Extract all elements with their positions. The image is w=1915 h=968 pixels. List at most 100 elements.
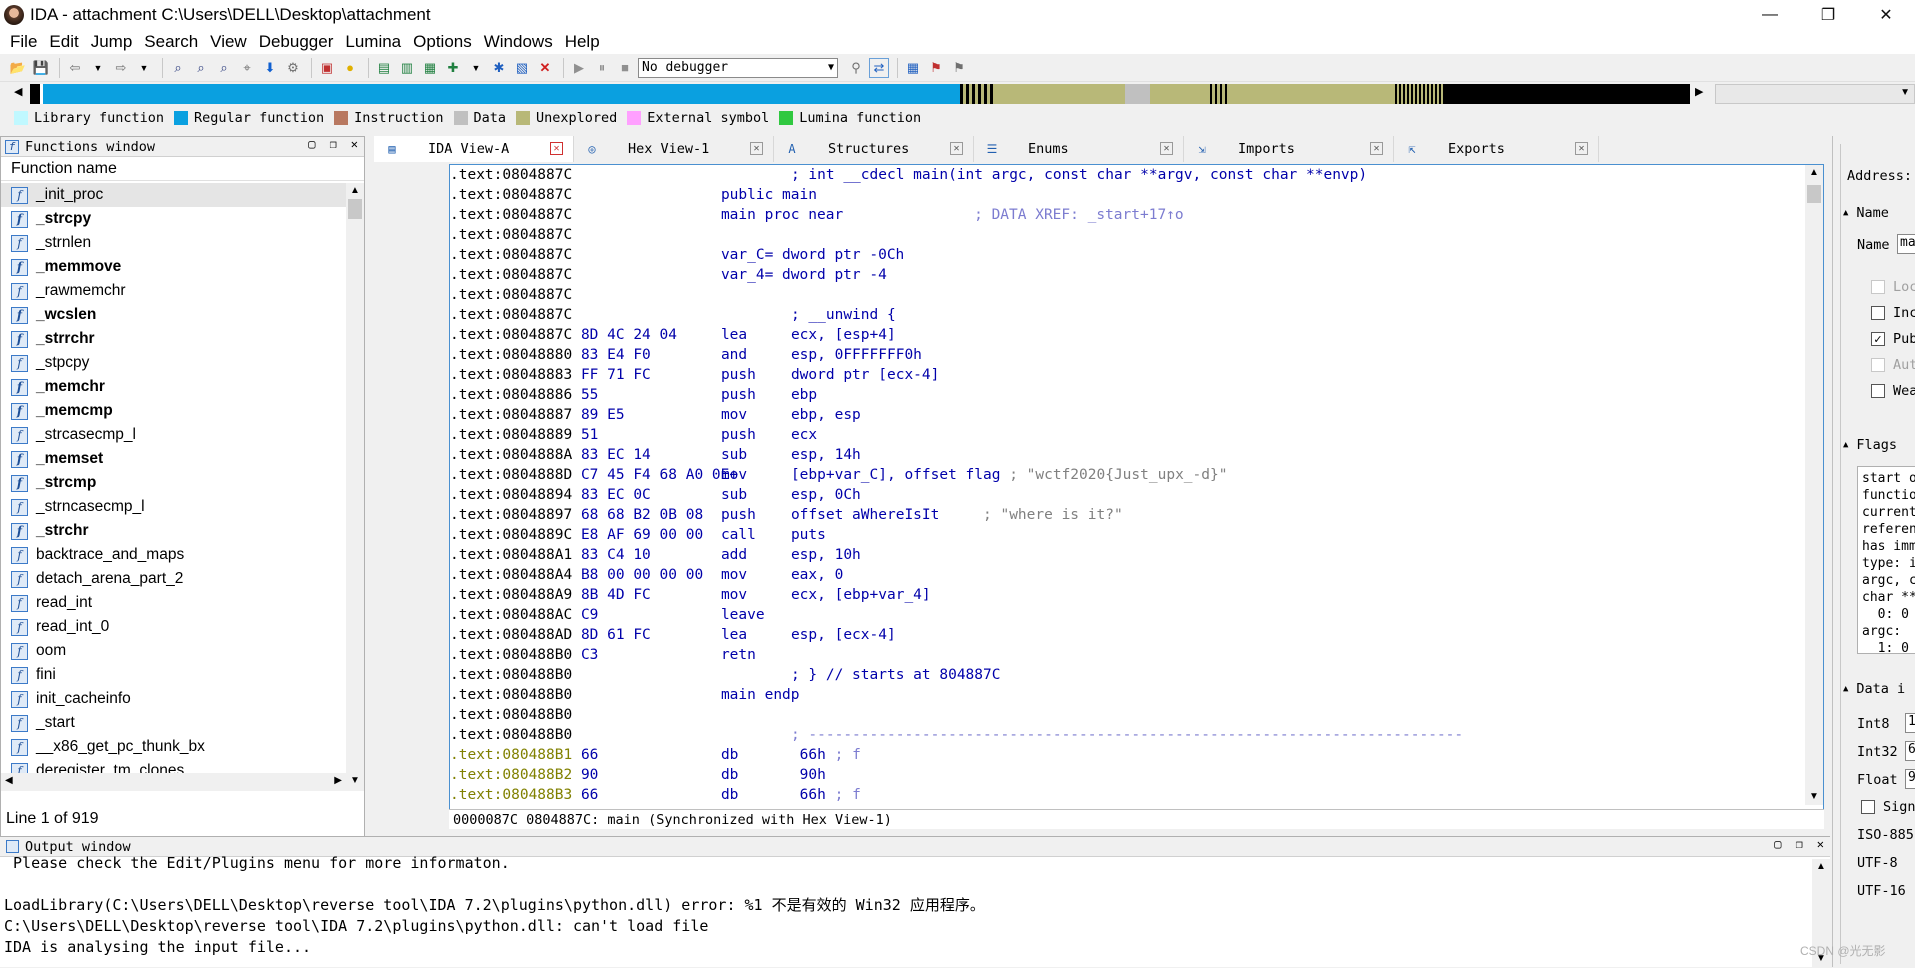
- disasm-line[interactable]: .text:080488A9 8B 4D FC mov ecx, [ebp+var_…: [450, 585, 1805, 605]
- function-list-item[interactable]: f read_int: [1, 591, 346, 615]
- checkbox-local[interactable]: [1871, 280, 1885, 294]
- tab-enums[interactable]: ☰ Enums ✕: [974, 136, 1184, 162]
- disasm-line[interactable]: .text:080488B0 ; } // starts at 804887C: [450, 665, 1805, 685]
- disasm-line[interactable]: .text:0804887C ; int __cdecl main(int ar…: [450, 165, 1805, 185]
- plugin-icon[interactable]: ✱: [489, 58, 509, 78]
- function-list-item[interactable]: f fini: [1, 663, 346, 687]
- jump-down-icon[interactable]: ⬇: [260, 58, 280, 78]
- function-list-item[interactable]: f _memset: [1, 447, 346, 471]
- function-list-item[interactable]: f read_int_0: [1, 615, 346, 639]
- functions-horizontal-scrollbar[interactable]: ◀ ▶: [1, 773, 346, 791]
- pane-minimize-icon[interactable]: ▢: [308, 137, 315, 151]
- close-window-button[interactable]: ✕: [1857, 0, 1915, 30]
- close-tab-icon[interactable]: ✕: [1575, 142, 1588, 155]
- nav-right-arrow-icon[interactable]: ▶: [1695, 85, 1703, 98]
- pane-close-icon[interactable]: ✕: [351, 137, 358, 151]
- flags-section-header[interactable]: ▲ Flags: [1843, 434, 1915, 456]
- disassembly-listing[interactable]: .text:0804887C ; int __cdecl main(int ar…: [450, 165, 1805, 805]
- checkbox-include[interactable]: [1871, 306, 1885, 320]
- breakpoints-icon[interactable]: ▦: [903, 58, 923, 78]
- data-inspector-header[interactable]: ▲ Data i: [1843, 678, 1915, 700]
- disasm-line[interactable]: .text:0804887C: [450, 225, 1805, 245]
- data-int32-value[interactable]: 6: [1905, 741, 1915, 761]
- menu-windows[interactable]: Windows: [478, 32, 559, 52]
- disasm-line[interactable]: .text:08048897 68 68 B2 0B 08 push offset …: [450, 505, 1805, 525]
- disasm-line[interactable]: .text:0804887C 8D 4C 24 04 lea ecx, [esp+4…: [450, 325, 1805, 345]
- lightbulb-icon[interactable]: ●: [340, 58, 360, 78]
- search-imm-icon[interactable]: ⌖: [237, 58, 257, 78]
- disasm-line[interactable]: .text:0804889C E8 AF 69 00 00 call puts: [450, 525, 1805, 545]
- function-list-item[interactable]: f _strcasecmp_l: [1, 423, 346, 447]
- disasm-line[interactable]: .text:080488B1 66 db 66h ; f: [450, 745, 1805, 765]
- forward-dropdown-icon[interactable]: ▼: [134, 58, 154, 78]
- disasm-line[interactable]: .text:080488AD 8D 61 FC lea esp, [ecx-4]: [450, 625, 1805, 645]
- disasm-line[interactable]: .text:080488AC C9 leave: [450, 605, 1805, 625]
- create-struct-icon[interactable]: ▦: [420, 58, 440, 78]
- close-tab-icon[interactable]: ✕: [750, 142, 763, 155]
- save-icon[interactable]: 💾: [31, 58, 51, 78]
- menu-search[interactable]: Search: [138, 32, 204, 52]
- disasm-line[interactable]: .text:08048889 51 push ecx: [450, 425, 1805, 445]
- disassembly-view[interactable]: .text:0804887C ; int __cdecl main(int ar…: [449, 164, 1824, 814]
- disasm-line[interactable]: .text:080488B0 main endp: [450, 685, 1805, 705]
- search-text-icon[interactable]: ⌕: [191, 58, 211, 78]
- function-list-item[interactable]: f init_cacheinfo: [1, 687, 346, 711]
- function-list-item[interactable]: f _stpcpy: [1, 351, 346, 375]
- nav-left-arrow-icon[interactable]: ◀: [14, 85, 22, 98]
- menu-options[interactable]: Options: [407, 32, 478, 52]
- name-section-header[interactable]: ▲ Name: [1843, 202, 1915, 224]
- pane-float-icon[interactable]: ❐: [330, 137, 337, 151]
- add-item-icon[interactable]: ✚: [443, 58, 463, 78]
- scroll-down-icon[interactable]: ▼: [350, 775, 360, 786]
- function-list-item[interactable]: f _strncasecmp_l: [1, 495, 346, 519]
- function-name-column-header[interactable]: Function name: [1, 157, 364, 181]
- open-folder-icon[interactable]: 📂: [8, 58, 28, 78]
- scroll-thumb[interactable]: [348, 199, 362, 219]
- disasm-line[interactable]: .text:0804887C var_C= dword ptr -0Ch: [450, 245, 1805, 265]
- disasm-line[interactable]: .text:08048894 83 EC 0C sub esp, 0Ch: [450, 485, 1805, 505]
- menu-file[interactable]: File: [4, 32, 43, 52]
- disasm-line[interactable]: .text:080488B3 66 db 66h ; f: [450, 785, 1805, 805]
- function-list-item[interactable]: f _wcslen: [1, 303, 346, 327]
- navigation-band[interactable]: ◀ ▶ ▼: [0, 82, 1915, 106]
- name-input[interactable]: ma: [1897, 234, 1915, 254]
- disasm-line[interactable]: .text:08048883 FF 71 FC push dword ptr [ec…: [450, 365, 1805, 385]
- function-list-item[interactable]: f _memcmp: [1, 399, 346, 423]
- menu-view[interactable]: View: [204, 32, 253, 52]
- pane-float-icon[interactable]: ❐: [1796, 837, 1803, 851]
- trace-icon[interactable]: ⚑: [926, 58, 946, 78]
- menu-jump[interactable]: Jump: [85, 32, 139, 52]
- add-dropdown-icon[interactable]: ▼: [466, 58, 486, 78]
- create-data-icon[interactable]: ▥: [397, 58, 417, 78]
- function-list-item[interactable]: f _start: [1, 711, 346, 735]
- disasm-line[interactable]: .text:0804888D C7 45 F4 68 A0 0E+mov [ebp…: [450, 465, 1805, 485]
- run-icon[interactable]: ▶: [569, 58, 589, 78]
- function-list-item[interactable]: f _rawmemchr: [1, 279, 346, 303]
- disasm-line[interactable]: .text:0804887C main proc near ; DATA XRE…: [450, 205, 1805, 225]
- function-list-item[interactable]: f _memmove: [1, 255, 346, 279]
- menu-debugger[interactable]: Debugger: [253, 32, 340, 52]
- create-function-icon[interactable]: ▤: [374, 58, 394, 78]
- disassembly-vertical-scrollbar[interactable]: ▲ ▼: [1805, 165, 1823, 805]
- disasm-line[interactable]: .text:0804888A 83 EC 14 sub esp, 14h: [450, 445, 1805, 465]
- disasm-line[interactable]: .text:0804887C var_4= dword ptr -4: [450, 265, 1805, 285]
- function-list-item[interactable]: f backtrace_and_maps: [1, 543, 346, 567]
- unknown-tool-icon[interactable]: ⚙: [283, 58, 303, 78]
- function-list-item[interactable]: f _strchr: [1, 519, 346, 543]
- scroll-up-icon[interactable]: ▲: [350, 185, 360, 196]
- attach-icon[interactable]: ⚲: [846, 58, 866, 78]
- output-log[interactable]: Please check the Edit/Plugins menu for m…: [4, 853, 1804, 958]
- disasm-line[interactable]: .text:0804887C ; __unwind {: [450, 305, 1805, 325]
- tab-ida-view-a[interactable]: ▤ IDA View-A ✕: [374, 136, 574, 162]
- close-tab-icon[interactable]: ✕: [1370, 142, 1383, 155]
- pane-close-icon[interactable]: ✕: [1817, 837, 1824, 851]
- scroll-up-icon[interactable]: ▲: [1816, 861, 1826, 872]
- scroll-up-icon[interactable]: ▲: [1809, 167, 1819, 178]
- disasm-line[interactable]: .text:0804887C: [450, 285, 1805, 305]
- scroll-thumb[interactable]: [1807, 185, 1821, 203]
- forward-arrow-icon[interactable]: ⇨: [111, 58, 131, 78]
- function-list-item[interactable]: f _strrchr: [1, 327, 346, 351]
- search-next-icon[interactable]: ⌕: [214, 58, 234, 78]
- disasm-line[interactable]: .text:08048880 83 E4 F0 and esp, 0FFFFFFF0…: [450, 345, 1805, 365]
- function-list-item[interactable]: f _memchr: [1, 375, 346, 399]
